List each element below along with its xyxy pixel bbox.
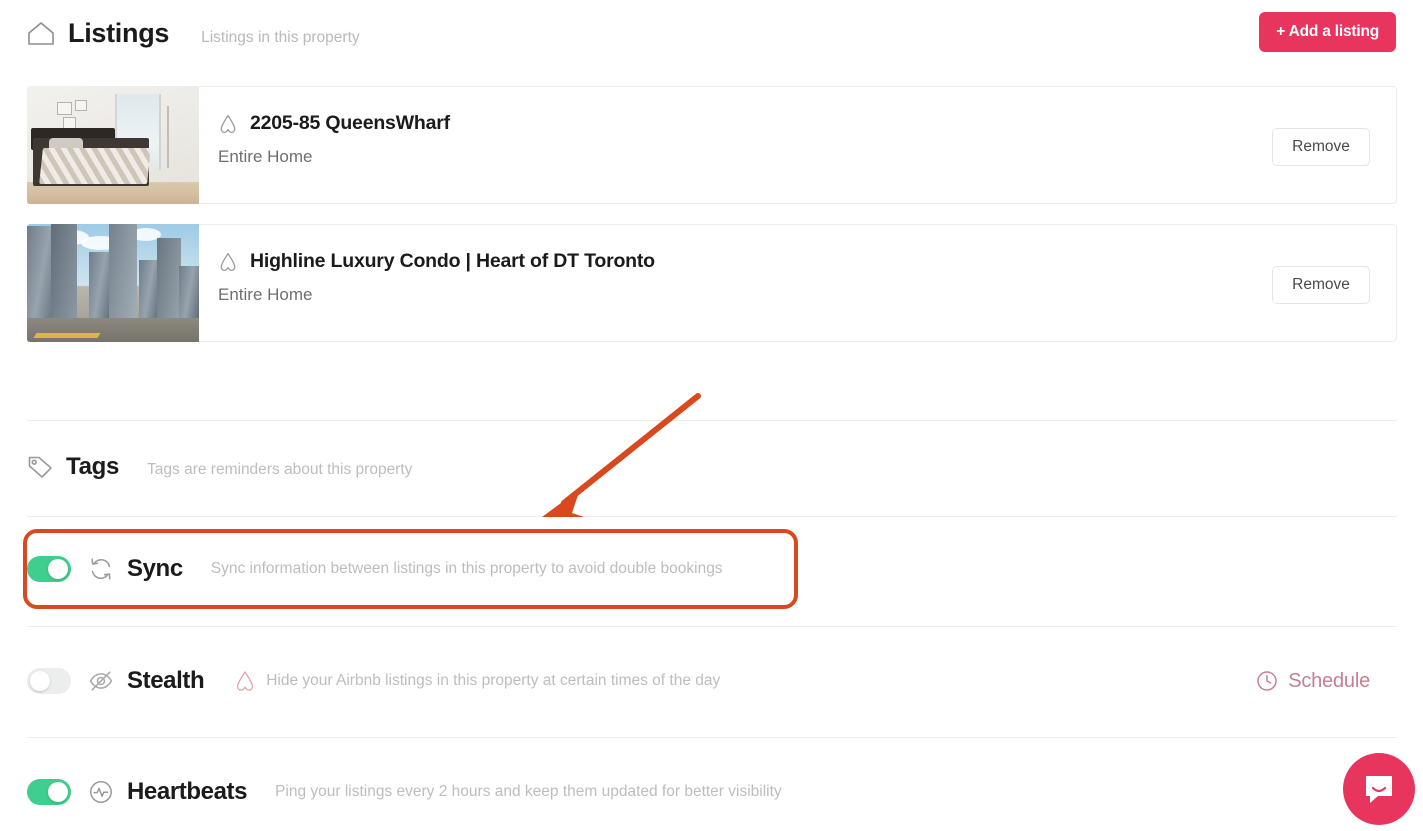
heartbeats-description: Ping your listings every 2 hours and kee… [275, 783, 782, 800]
floor-lamp-shape [167, 106, 169, 168]
duvet-shape [39, 148, 151, 184]
road-shape [27, 318, 199, 342]
toggle-knob [30, 671, 50, 691]
heartbeats-toggle[interactable] [27, 779, 71, 805]
sync-label: Sync [127, 555, 183, 582]
feature-row-stealth: Stealth Hide your Airbnb listings in thi… [27, 653, 1397, 709]
city-skyline-photo [27, 224, 199, 342]
wall-art-shape [57, 100, 95, 130]
pulse-icon [88, 779, 114, 805]
stealth-toggle[interactable] [27, 668, 71, 694]
heartbeats-label: Heartbeats [127, 778, 248, 805]
add-listing-button[interactable]: + Add a listing [1259, 12, 1396, 52]
schedule-link[interactable]: Schedule [1256, 670, 1370, 693]
building-shape [139, 260, 159, 322]
divider [27, 516, 1397, 517]
divider [27, 626, 1397, 627]
tags-description: Tags are reminders about this property [147, 461, 413, 478]
listing-card[interactable]: Highline Luxury Condo | Heart of DT Toro… [27, 224, 1397, 342]
airbnb-icon [218, 113, 238, 135]
tags-section-header: Tags Tags are reminders about this prope… [27, 450, 412, 481]
sync-icon [88, 556, 114, 582]
tags-title: Tags [66, 453, 120, 480]
toggle-knob [48, 782, 68, 802]
annotation-arrow-icon [528, 385, 718, 525]
building-shape [51, 224, 77, 322]
page-header-left: Listings Listings in this property [26, 16, 360, 49]
page-title: Listings [68, 17, 170, 48]
intercom-chat-icon [1366, 776, 1392, 803]
sync-toggle[interactable] [27, 556, 71, 582]
listing-subtitle: Entire Home [218, 285, 313, 304]
eye-off-icon [88, 668, 114, 694]
sync-description: Sync information between listings in thi… [210, 560, 723, 577]
listing-details: 2205-85 QueensWharf Entire Home [218, 112, 450, 167]
page-header: Listings Listings in this property + Add… [0, 0, 1423, 64]
feature-row-sync: Sync Sync information between listings i… [27, 541, 1397, 597]
page-subtitle: Listings in this property [201, 28, 360, 46]
divider [27, 420, 1397, 421]
listing-details: Highline Luxury Condo | Heart of DT Toro… [218, 250, 655, 305]
schedule-label: Schedule [1288, 669, 1370, 692]
home-icon [26, 20, 56, 46]
airbnb-icon [218, 251, 238, 273]
divider [27, 737, 1397, 738]
listing-subtitle: Entire Home [218, 147, 313, 166]
feature-row-heartbeats: Heartbeats Ping your listings every 2 ho… [27, 764, 1397, 820]
remove-listing-button[interactable]: Remove [1272, 128, 1370, 166]
listing-title-row: Highline Luxury Condo | Heart of DT Toro… [218, 250, 655, 273]
airbnb-icon [234, 669, 256, 693]
remove-listing-button[interactable]: Remove [1272, 266, 1370, 304]
stealth-label: Stealth [127, 667, 205, 694]
listing-card[interactable]: 2205-85 QueensWharf Entire Home Remove [27, 86, 1397, 204]
listing-title-row: 2205-85 QueensWharf [218, 112, 450, 135]
intercom-chat-button[interactable] [1343, 753, 1415, 825]
listing-title: Highline Luxury Condo | Heart of DT Toro… [250, 250, 655, 272]
building-shape [157, 238, 181, 322]
road-marking-shape [33, 333, 101, 338]
bedroom-photo [27, 86, 199, 204]
listings-settings-page: Listings Listings in this property + Add… [0, 0, 1423, 831]
clock-icon [1256, 670, 1278, 692]
listing-thumbnail [27, 86, 199, 204]
building-shape [89, 252, 111, 322]
toggle-knob [48, 559, 68, 579]
listing-title: 2205-85 QueensWharf [250, 112, 450, 134]
tag-icon [27, 454, 54, 478]
stealth-description: Hide your Airbnb listings in this proper… [266, 672, 721, 689]
building-shape [179, 266, 199, 322]
building-shape [109, 224, 137, 322]
listing-thumbnail [27, 224, 199, 342]
